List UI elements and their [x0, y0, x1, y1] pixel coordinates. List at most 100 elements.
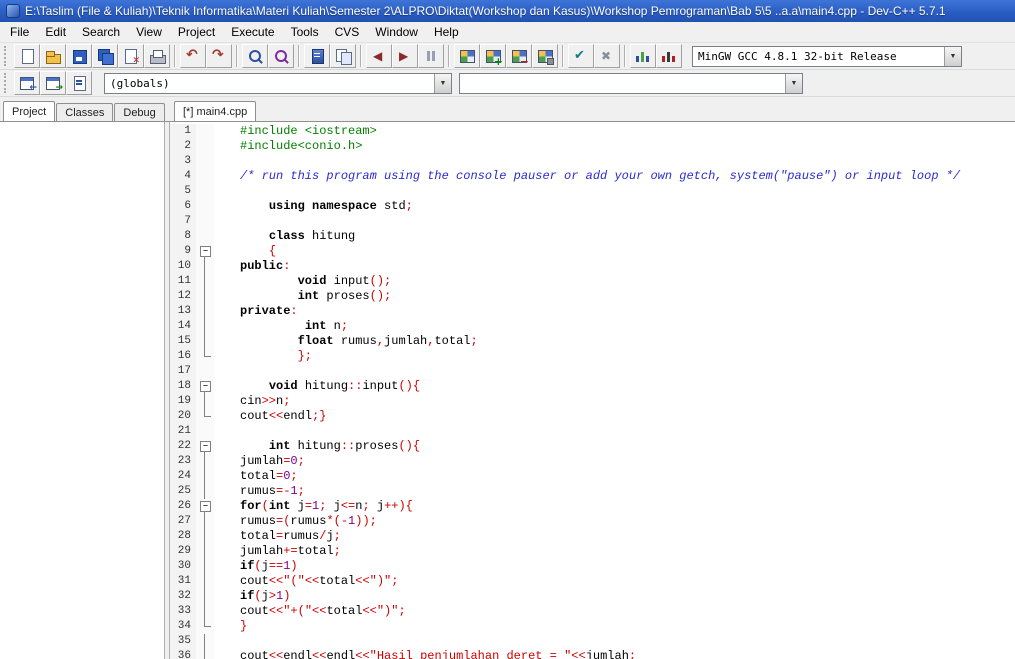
menu-execute[interactable]: Execute — [223, 22, 282, 42]
replace-button[interactable] — [268, 44, 294, 68]
line-number[interactable]: 33 — [170, 604, 196, 619]
menu-cvs[interactable]: CVS — [327, 22, 368, 42]
code-line[interactable]: 9 { — [170, 244, 1015, 259]
line-number[interactable]: 8 — [170, 229, 196, 244]
code-line[interactable]: 36 cout<<endl<<endl<<"Hasil penjumlahan d… — [170, 649, 1015, 659]
code-line[interactable]: 17 — [170, 364, 1015, 379]
line-number[interactable]: 2 — [170, 139, 196, 154]
print-button[interactable] — [144, 44, 170, 68]
code-line[interactable]: 14 int n; — [170, 319, 1015, 334]
line-number[interactable]: 13 — [170, 304, 196, 319]
code-line[interactable]: 6 using namespace std; — [170, 199, 1015, 214]
line-number[interactable]: 22 — [170, 439, 196, 454]
code-line[interactable]: 33 cout<<"+("<<total<<")"; — [170, 604, 1015, 619]
delete-profiling-button[interactable] — [656, 44, 682, 68]
code-line[interactable]: 2 #include<conio.h> — [170, 139, 1015, 154]
new-project-button[interactable] — [454, 44, 480, 68]
code-editor[interactable]: 1 #include <iostream> 2 #include<conio.h> 3 4… — [169, 122, 1015, 659]
save-button[interactable] — [66, 44, 92, 68]
member-select[interactable] — [459, 72, 803, 94]
code-line[interactable]: 31 cout<<"("<<total<<")"; — [170, 574, 1015, 589]
undo-button[interactable] — [180, 44, 206, 68]
line-number[interactable]: 14 — [170, 319, 196, 334]
remove-from-project-button[interactable] — [506, 44, 532, 68]
line-number[interactable]: 25 — [170, 484, 196, 499]
goto-line-button[interactable] — [304, 44, 330, 68]
line-number[interactable]: 11 — [170, 274, 196, 289]
tab-project[interactable]: Project — [3, 101, 56, 121]
chevron-down-icon[interactable] — [434, 73, 451, 93]
abort-button[interactable] — [418, 44, 444, 68]
code-line[interactable]: 16 }; — [170, 349, 1015, 364]
goto-bookmark-button[interactable] — [66, 71, 92, 95]
forward-button[interactable] — [392, 44, 418, 68]
code-line[interactable]: 4 /* run this program using the console p… — [170, 169, 1015, 184]
code-line[interactable]: 25 rumus=-1; — [170, 484, 1015, 499]
line-number[interactable]: 5 — [170, 184, 196, 199]
line-number[interactable]: 16 — [170, 349, 196, 364]
line-number[interactable]: 17 — [170, 364, 196, 379]
line-number[interactable]: 19 — [170, 394, 196, 409]
tab-debug[interactable]: Debug — [114, 103, 165, 121]
open-button[interactable] — [40, 44, 66, 68]
menu-view[interactable]: View — [128, 22, 170, 42]
toggle-bookmark-button[interactable] — [40, 71, 66, 95]
compile-button[interactable] — [568, 44, 594, 68]
new-file-button[interactable] — [14, 44, 40, 68]
save-all-button[interactable] — [92, 44, 118, 68]
line-number[interactable]: 24 — [170, 469, 196, 484]
swap-header-source-button[interactable] — [330, 44, 356, 68]
menu-edit[interactable]: Edit — [37, 22, 74, 42]
line-number[interactable]: 32 — [170, 589, 196, 604]
chevron-down-icon[interactable] — [944, 46, 961, 66]
line-number[interactable]: 18 — [170, 379, 196, 394]
menu-project[interactable]: Project — [170, 22, 223, 42]
tab-classes[interactable]: Classes — [56, 103, 114, 121]
code-line[interactable]: 10 public: — [170, 259, 1015, 274]
code-line[interactable]: 12 int proses(); — [170, 289, 1015, 304]
editor-tab-main4-cpp[interactable]: [*] main4.cpp — [174, 101, 257, 121]
profile-button[interactable] — [630, 44, 656, 68]
toolbar-grip[interactable] — [4, 73, 9, 93]
code-line[interactable]: 15 float rumus,jumlah,total; — [170, 334, 1015, 349]
insert-button[interactable] — [14, 71, 40, 95]
code-line[interactable]: 5 — [170, 184, 1015, 199]
menu-window[interactable]: Window — [367, 22, 426, 42]
code-line[interactable]: 29 jumlah+=total; — [170, 544, 1015, 559]
close-file-button[interactable] — [118, 44, 144, 68]
code-line[interactable]: 11 void input(); — [170, 274, 1015, 289]
line-number[interactable]: 20 — [170, 409, 196, 424]
chevron-down-icon[interactable] — [785, 73, 802, 93]
project-browser-panel[interactable] — [0, 122, 165, 659]
code-line[interactable]: 22 int hitung::proses(){ — [170, 439, 1015, 454]
line-number[interactable]: 23 — [170, 454, 196, 469]
redo-button[interactable] — [206, 44, 232, 68]
project-properties-button[interactable] — [532, 44, 558, 68]
line-number[interactable]: 27 — [170, 514, 196, 529]
line-number[interactable]: 12 — [170, 289, 196, 304]
line-number[interactable]: 34 — [170, 619, 196, 634]
title-bar[interactable]: E:\Taslim (File & Kuliah)\Teknik Informa… — [0, 0, 1015, 22]
toolbar-grip[interactable] — [4, 46, 9, 66]
line-number[interactable]: 28 — [170, 529, 196, 544]
code-line[interactable]: 18 void hitung::input(){ — [170, 379, 1015, 394]
find-button[interactable] — [242, 44, 268, 68]
line-number[interactable]: 15 — [170, 334, 196, 349]
line-number[interactable]: 10 — [170, 259, 196, 274]
line-number[interactable]: 7 — [170, 214, 196, 229]
code-line[interactable]: 30 if(j==1) — [170, 559, 1015, 574]
add-to-project-button[interactable] — [480, 44, 506, 68]
line-number[interactable]: 3 — [170, 154, 196, 169]
code-line[interactable]: 20 cout<<endl;} — [170, 409, 1015, 424]
back-button[interactable] — [366, 44, 392, 68]
line-number[interactable]: 35 — [170, 634, 196, 649]
line-number[interactable]: 21 — [170, 424, 196, 439]
code-line[interactable]: 21 — [170, 424, 1015, 439]
code-line[interactable]: 7 — [170, 214, 1015, 229]
line-number[interactable]: 29 — [170, 544, 196, 559]
fold-toggle[interactable] — [196, 379, 214, 394]
code-line[interactable]: 8 class hitung — [170, 229, 1015, 244]
code-line[interactable]: 3 — [170, 154, 1015, 169]
code-line[interactable]: 28 total=rumus/j; — [170, 529, 1015, 544]
scope-select[interactable]: (globals) — [104, 72, 452, 94]
